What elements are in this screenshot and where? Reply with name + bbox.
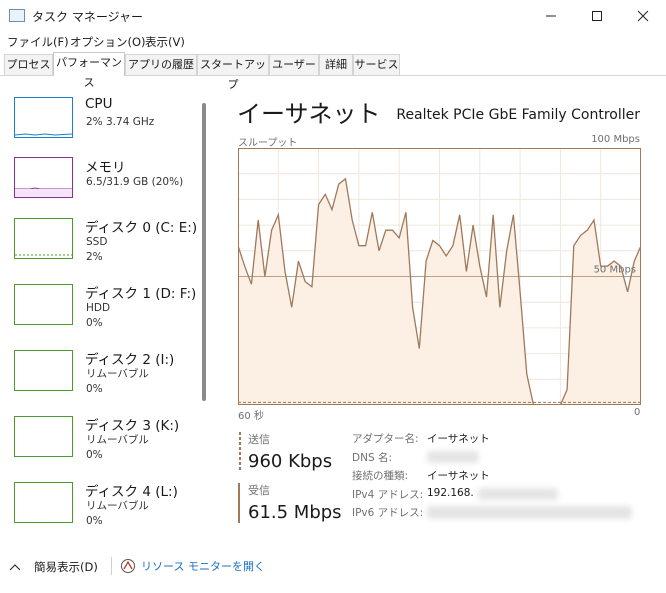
sidebar-item-detail: 0%	[86, 515, 103, 527]
redacted-ipv4	[478, 488, 558, 500]
tab-processes[interactable]: プロセス	[4, 54, 53, 75]
sidebar-item-title: ディスク 3 (K:)	[85, 418, 180, 434]
graph-time-left: 60 秒	[238, 411, 264, 422]
tab-strip: プロセス パフォーマンス アプリの履歴 スタートアップ ユーザー 詳細 サービス	[0, 52, 666, 91]
sidebar-item-disk-1[interactable]: ディスク 1 (D: F:) HDD 0%	[0, 278, 200, 344]
sidebar-item-title: ディスク 0 (C: E:)	[85, 220, 198, 236]
resource-monitor-label: リソース モニターを開く	[141, 560, 265, 573]
info-value-connection-type: イーサネット	[427, 470, 490, 482]
disk-thumbnail-graph	[14, 350, 73, 391]
graph-mid-label: 50 Mbps	[594, 265, 636, 276]
page-title: イーサネット	[237, 100, 381, 128]
open-resource-monitor-link[interactable]: リソース モニターを開く	[120, 558, 265, 574]
sidebar-item-title: ディスク 1 (D: F:)	[85, 286, 197, 302]
title-bar[interactable]: タスク マネージャー	[0, 0, 666, 32]
sidebar-item-title: メモリ	[85, 160, 126, 176]
brief-view-button[interactable]: 簡易表示(D)	[8, 559, 98, 575]
tab-startup[interactable]: スタートアップ	[197, 54, 269, 91]
sidebar-item-type: リムーバブル	[86, 500, 149, 512]
receive-value: 61.5 Mbps	[248, 502, 342, 523]
receive-legend-marker	[238, 483, 240, 523]
minimize-icon	[546, 15, 556, 17]
sidebar-item-title: CPU	[85, 96, 113, 112]
minimize-button[interactable]	[528, 0, 574, 32]
sidebar-item-title: ディスク 2 (I:)	[85, 352, 175, 368]
tab-app-history[interactable]: アプリの履歴	[125, 54, 197, 75]
sidebar-item-detail: 2% 3.74 GHz	[86, 116, 155, 128]
disk-thumbnail-graph	[14, 482, 73, 523]
graph-label: スループット	[238, 138, 298, 149]
redacted-ipv6	[427, 506, 632, 519]
send-value: 960 Kbps	[248, 451, 333, 472]
memory-thumbnail-graph	[14, 157, 73, 198]
window-title: タスク マネージャー	[32, 10, 143, 24]
sidebar-item-type: HDD	[86, 302, 111, 314]
sidebar-scrollbar[interactable]	[202, 103, 206, 401]
sidebar-item-title: ディスク 4 (L:)	[85, 484, 178, 500]
tab-services[interactable]: サービス	[353, 54, 400, 75]
resource-monitor-icon	[121, 559, 135, 573]
sidebar-item-disk-4[interactable]: ディスク 4 (L:) リムーバブル 0%	[0, 476, 200, 542]
footer: 簡易表示(D) リソース モニターを開く	[0, 545, 666, 593]
receive-label: 受信	[248, 484, 270, 497]
send-legend-marker	[239, 432, 241, 470]
maximize-icon	[592, 11, 602, 21]
sidebar-item-disk-3[interactable]: ディスク 3 (K:) リムーバブル 0%	[0, 410, 200, 476]
sidebar-item-disk-2[interactable]: ディスク 2 (I:) リムーバブル 0%	[0, 344, 200, 410]
send-label: 送信	[248, 433, 270, 446]
sidebar-item-detail: 0%	[86, 449, 103, 461]
sidebar-item-memory[interactable]: メモリ 6.5/31.9 GB (20%)	[0, 152, 200, 218]
sidebar-item-type: SSD	[86, 236, 108, 248]
performance-sidebar: CPU 2% 3.74 GHz メモリ 6.5/31.9 GB (20%) ディ…	[0, 76, 210, 542]
sidebar-item-detail: 0%	[86, 383, 103, 395]
graph-time-right: 0	[634, 407, 641, 418]
tab-users[interactable]: ユーザー	[269, 54, 319, 75]
close-icon	[637, 10, 649, 22]
chevron-up-icon	[9, 564, 21, 571]
menu-file[interactable]: ファイル(F)	[7, 34, 69, 50]
tab-details[interactable]: 詳細	[319, 54, 353, 75]
info-value-ipv4: 192.168.	[427, 487, 474, 499]
graph-max-label: 100 Mbps	[591, 134, 640, 145]
redacted-dns	[427, 451, 479, 463]
info-label-connection-type: 接続の種類:	[352, 470, 409, 482]
tab-performance[interactable]: パフォーマンス	[53, 52, 125, 89]
sidebar-item-type: リムーバブル	[86, 434, 149, 446]
cpu-thumbnail-graph	[14, 97, 73, 138]
info-label-ipv6: IPv6 アドレス:	[352, 507, 424, 519]
menu-bar: ファイル(F) オプション(O) 表示(V)	[0, 32, 666, 52]
menu-options[interactable]: オプション(O)	[70, 34, 146, 50]
task-manager-icon	[9, 9, 25, 22]
disk-thumbnail-graph	[14, 218, 73, 259]
sidebar-item-detail: 6.5/31.9 GB (20%)	[86, 176, 184, 188]
sidebar-item-detail: 0%	[86, 317, 103, 329]
menu-view[interactable]: 表示(V)	[145, 34, 185, 50]
info-label-dns: DNS 名:	[352, 452, 392, 464]
sidebar-item-type: リムーバブル	[86, 368, 149, 380]
close-button[interactable]	[620, 0, 666, 32]
info-label-adapter: アダプター名:	[352, 433, 419, 445]
sidebar-item-disk-0[interactable]: ディスク 0 (C: E:) SSD 2%	[0, 212, 200, 278]
info-label-ipv4: IPv4 アドレス:	[352, 489, 424, 501]
throughput-graph: 50 Mbps	[238, 148, 641, 405]
maximize-button[interactable]	[574, 0, 620, 32]
adapter-name: Realtek PCIe GbE Family Controller	[396, 107, 640, 123]
sidebar-item-cpu[interactable]: CPU 2% 3.74 GHz	[0, 92, 200, 158]
sidebar-item-detail: 2%	[86, 251, 103, 263]
info-value-adapter: イーサネット	[427, 433, 490, 445]
footer-divider	[111, 557, 112, 575]
disk-thumbnail-graph	[14, 284, 73, 325]
disk-thumbnail-graph	[14, 416, 73, 457]
brief-view-label: 簡易表示(D)	[34, 560, 98, 574]
